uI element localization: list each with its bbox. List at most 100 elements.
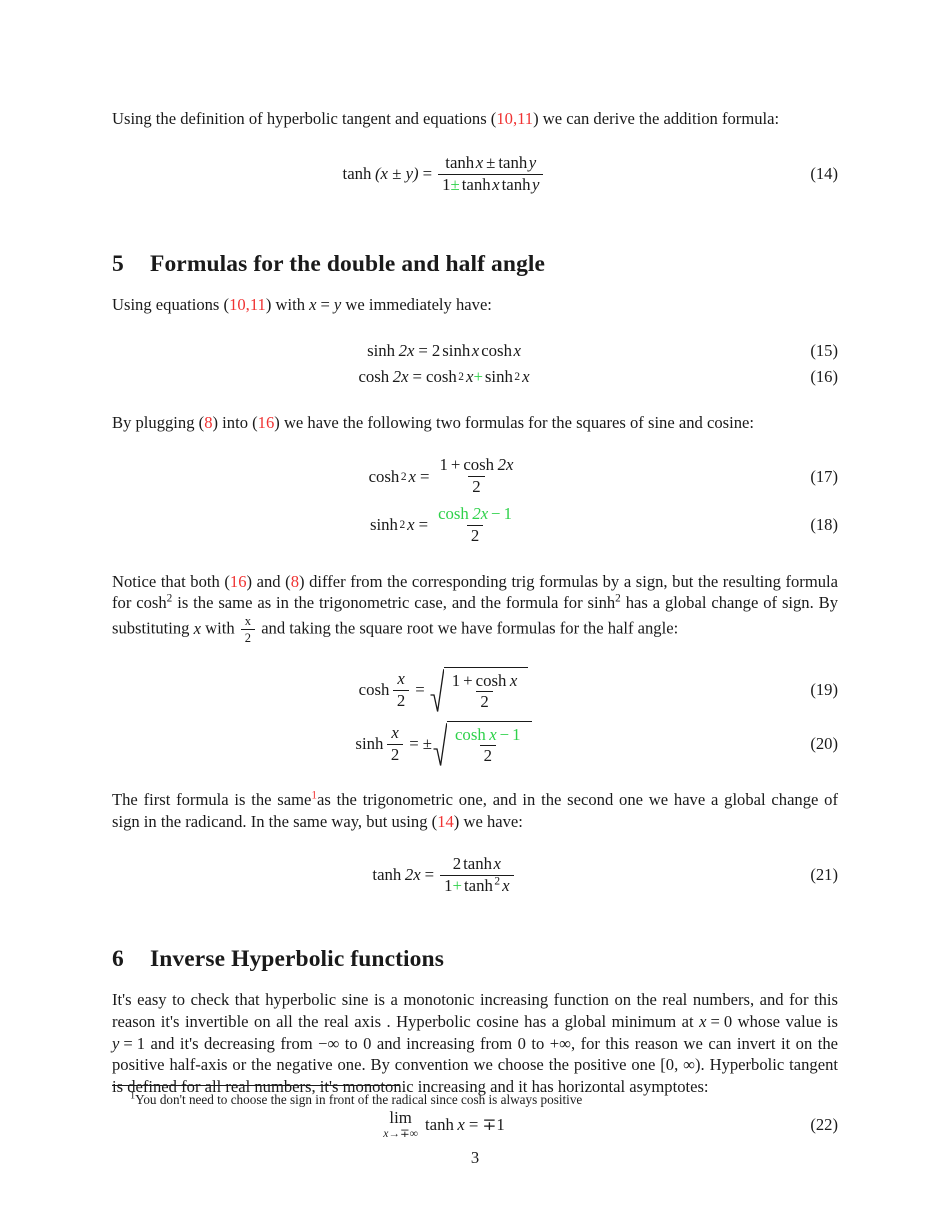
footnote-separator-rule <box>112 1085 400 1086</box>
eq19-den: 2 <box>476 691 493 712</box>
equation-number-16: (16) <box>810 367 838 387</box>
eq21-den-var: x <box>502 875 510 895</box>
text-fragment: is the same as in the trigonometric case… <box>172 593 616 613</box>
eq17-numerator: 1 + cosh 2x <box>435 455 517 476</box>
text-fragment: ) and ( <box>246 571 291 591</box>
page-number: 3 <box>470 1148 480 1167</box>
eq19-equals: = <box>415 680 425 700</box>
eq20-lhs-fn: sinh <box>355 734 384 754</box>
eq14-num-fn2: tanh <box>498 152 528 172</box>
eq14-denominator: 1± tanhx tanhy <box>438 173 544 195</box>
eq17-num-op: + <box>450 455 461 475</box>
equation-body-14: tanh (x ± y) = tanhx ± tanhy 1± tanhx tanhy <box>112 152 776 195</box>
text-fragment: ) into ( <box>212 413 258 433</box>
eq16-fn1: cosh <box>426 367 457 387</box>
inline-math-minus-infinity: −∞ <box>318 1033 340 1053</box>
equation-reference-10-11-b[interactable]: 10,11 <box>229 295 266 314</box>
eq15-lhs-fn: sinh <box>367 341 396 361</box>
eq17-lhs-var: x <box>408 466 416 486</box>
text-fragment: Notice that both ( <box>112 571 230 591</box>
eq19-num: 1 + cosh x <box>448 670 522 692</box>
paragraph-tanh-addition-intro: Using the definition of hyperbolic tange… <box>112 108 838 130</box>
eq19-square-root: 1 + cosh x 2 <box>430 667 529 713</box>
eq19-radicand: 1 + cosh x 2 <box>443 667 529 713</box>
eq20-square-root: cosh x −1 2 <box>433 721 532 767</box>
equation-17-math: cosh 2 x = 1 + cosh 2x 2 <box>368 455 520 497</box>
eq20-num-fn: cosh <box>454 724 486 744</box>
text-fragment: we immediately have: <box>341 294 492 314</box>
eq21-den-pow: 2 <box>494 875 501 888</box>
equation-20-math: sinh x 2 = ± cosh x −1 2 <box>355 721 532 767</box>
equation-reference-8[interactable]: 8 <box>204 413 212 432</box>
inline-math-interval: [0, ∞) <box>660 1055 701 1075</box>
eq15-var2: x <box>513 341 521 361</box>
eq21-lhs-arg: 2x <box>404 865 421 885</box>
paragraph-first-formula-same: The first formula is the same1as the tri… <box>112 789 838 833</box>
text-fragment: and it's decreasing from <box>145 1033 319 1053</box>
eq17-denominator: 2 <box>468 476 485 497</box>
equation-reference-10-11[interactable]: 10,11 <box>496 109 533 128</box>
eq18-lhs-fn: sinh <box>369 515 398 535</box>
text-fragment: The first formula is the same <box>112 790 312 810</box>
equation-reference-8-b[interactable]: 8 <box>291 572 299 591</box>
eq21-num-var: x <box>493 854 501 874</box>
text-fragment: and taking the square root we have formu… <box>257 618 679 638</box>
footnote-1: 1You don't need to choose the sign in fr… <box>112 1091 838 1108</box>
eq16-var2: x <box>522 367 530 387</box>
eq17-lhs-fn: cosh <box>368 466 400 486</box>
eq17-equals: = <box>419 466 430 486</box>
equation-22-math: lim x→∓∞ tanh x = ∓1 <box>383 1109 504 1139</box>
equation-18-math: sinh 2 x = cosh 2x −1 2 <box>369 504 518 546</box>
inline-math-plus-infinity: +∞ <box>549 1033 571 1053</box>
equation-number-14: (14) <box>810 164 838 184</box>
eq18-lhs-var: x <box>407 515 415 535</box>
radical-sign-icon <box>433 721 447 767</box>
equation-reference-16-b[interactable]: 16 <box>230 572 247 591</box>
eq17-num-fn: cosh <box>463 455 495 475</box>
eq16-fn2: sinh <box>484 367 513 387</box>
footnote-1-text: You don't need to choose the sign in fro… <box>135 1092 583 1107</box>
equation-reference-14[interactable]: 14 <box>437 812 454 831</box>
equation-row-21: tanh 2x = 2 tanhx 1+ tanh 2 x (21) <box>112 854 838 896</box>
inline-fraction-x-over-2: x2 <box>240 614 256 645</box>
eq14-den-var1: x <box>492 174 500 194</box>
equation-body-15: sinh 2x = 2 sinh x cosh x <box>112 341 776 361</box>
eq17-fraction: 1 + cosh 2x 2 <box>435 455 517 497</box>
section-5-title: Formulas for the double and half angle <box>150 250 546 277</box>
eq15-lhs-arg: 2x <box>398 341 415 361</box>
equation-row-19: cosh x 2 = 1 + cosh x 2 (19) <box>112 667 838 713</box>
eq21-lhs-fn: tanh <box>372 865 402 885</box>
eq19-num-one: 1 <box>451 670 461 690</box>
eq21-den-op-green: + <box>452 875 462 895</box>
equation-number-21: (21) <box>810 865 838 885</box>
inline-math-x-equals-0: x = 0 <box>699 1011 733 1031</box>
inline-frac-den: 2 <box>240 629 256 645</box>
equation-21-math: tanh 2x = 2 tanhx 1+ tanh 2 x <box>372 854 515 896</box>
section-heading-5: 5 Formulas for the double and half angle <box>112 251 838 278</box>
text-fragment: to 0 and increasing from 0 to <box>339 1033 550 1053</box>
eq21-fraction: 2 tanhx 1+ tanh 2 x <box>440 854 514 896</box>
eq14-den-fn1: tanh <box>461 174 491 194</box>
eq20-fraction: cosh x −1 2 <box>451 724 525 767</box>
equation-14-math: tanh (x ± y) = tanhx ± tanhy 1± tanhx tanhy <box>343 152 546 195</box>
equation-reference-16[interactable]: 16 <box>258 413 275 432</box>
eq19-fraction: 1 + cosh x 2 <box>448 670 522 713</box>
equation-16-math: cosh 2x = cosh 2 x + sinh 2 x <box>358 367 530 387</box>
eq15-coef: 2 <box>431 341 441 361</box>
eq16-lhs-fn: cosh <box>358 367 390 387</box>
text-fragment: whose value is <box>732 1011 838 1031</box>
equation-number-15: (15) <box>810 341 838 361</box>
section-6-title: Inverse Hyperbolic functions <box>150 945 444 972</box>
footnote-area: 1You don't need to choose the sign in fr… <box>112 1085 838 1108</box>
equation-row-17: cosh 2 x = 1 + cosh 2x 2 (17) <box>112 455 838 497</box>
eq18-fraction: cosh 2x −1 2 <box>434 504 516 546</box>
eq22-limit-operator: lim x→∓∞ <box>383 1109 418 1139</box>
eq20-lhs-num: x <box>391 723 399 743</box>
radical-sign-icon <box>430 667 444 713</box>
equation-number-20: (20) <box>810 734 838 754</box>
